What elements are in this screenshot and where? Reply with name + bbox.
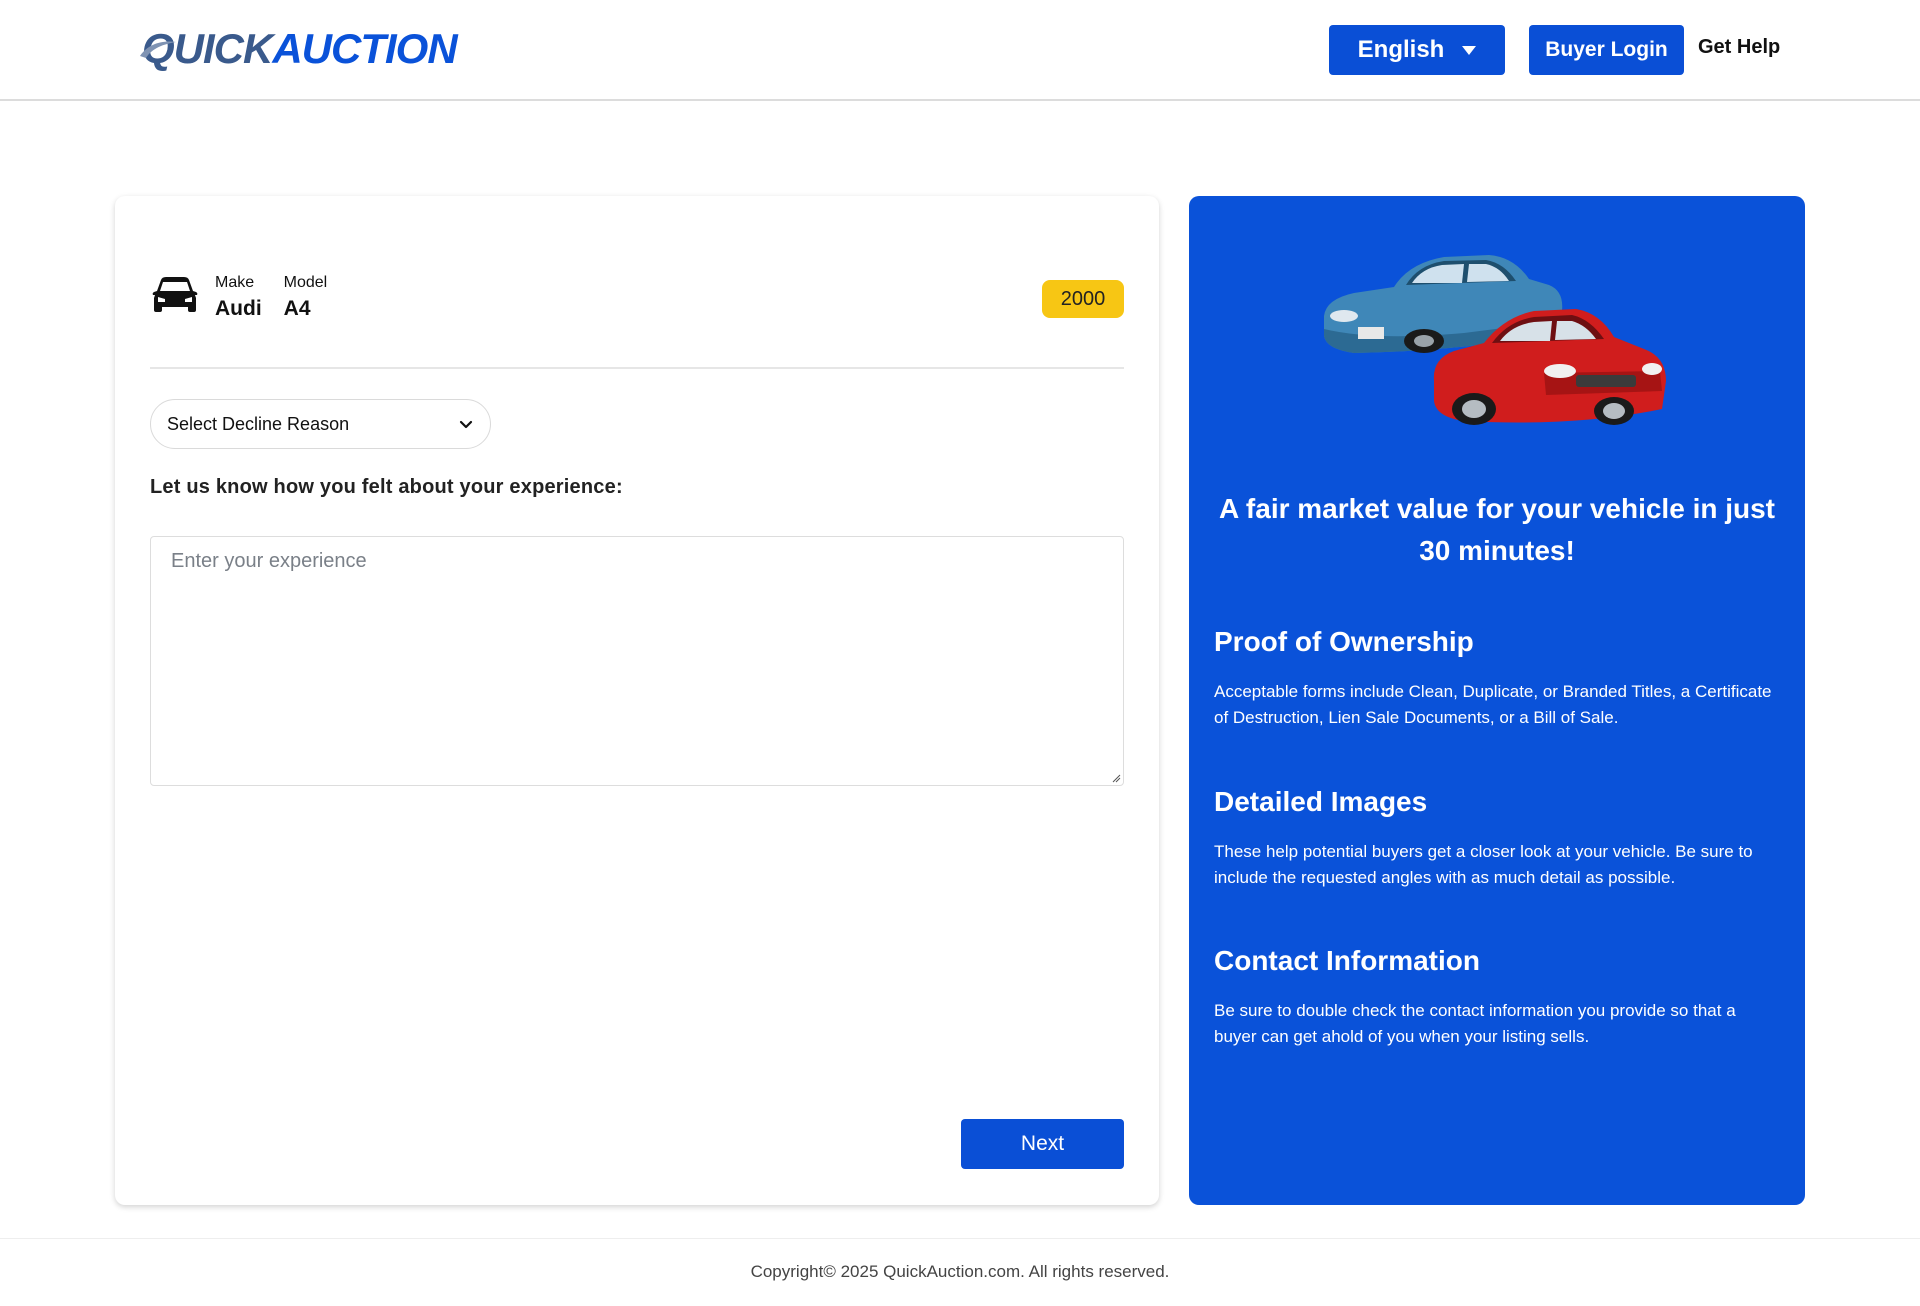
section-text-proof-of-ownership: Acceptable forms include Clean, Duplicat… xyxy=(1214,682,1772,727)
footer-divider xyxy=(0,1238,1920,1239)
get-help-link[interactable]: Get Help xyxy=(1698,36,1780,59)
quickauction-logo[interactable]: QUICK AUCTION xyxy=(140,25,458,72)
experience-textarea[interactable] xyxy=(150,536,1124,786)
decline-form-card: Make Audi Model A4 2000 Select Decline R… xyxy=(115,196,1159,1205)
model-label: Model xyxy=(283,274,328,291)
car-icon xyxy=(152,277,198,312)
info-panel: A fair market value for your vehicle in … xyxy=(1189,196,1805,1205)
section-text-contact-information: Be sure to double check the contact info… xyxy=(1214,1001,1736,1046)
language-dropdown-button[interactable]: English xyxy=(1329,25,1505,75)
model-field: Model A4 xyxy=(284,274,328,321)
section-text-detailed-images: These help potential buyers get a closer… xyxy=(1214,842,1753,887)
site-header: QUICK AUCTION English Buyer Login Get Hel… xyxy=(0,0,1920,101)
language-label: English xyxy=(1357,36,1445,63)
caret-down-icon xyxy=(1462,45,1477,55)
divider xyxy=(150,367,1124,369)
experience-question: Let us know how you felt about your expe… xyxy=(150,476,623,498)
buyer-login-button[interactable]: Buyer Login xyxy=(1529,25,1684,75)
year-badge: 2000 xyxy=(1042,280,1124,318)
model-value: A4 xyxy=(283,297,311,320)
panel-title: A fair market value for your vehicle in … xyxy=(1218,493,1776,566)
make-field: Make Audi xyxy=(215,274,262,321)
buyer-login-label: Buyer Login xyxy=(1545,38,1668,61)
logo-auction-text: AUCTION xyxy=(272,25,457,72)
logo-swoosh-icon xyxy=(140,41,176,58)
resize-grip-icon[interactable] xyxy=(1111,773,1121,783)
decline-reason-selected-value: Select Decline Reason xyxy=(167,413,350,434)
section-heading-proof-of-ownership: Proof of Ownership xyxy=(1214,626,1474,657)
vehicle-info: Make Audi Model A4 xyxy=(215,274,327,321)
make-label: Make xyxy=(215,274,255,291)
section-heading-detailed-images: Detailed Images xyxy=(1214,786,1428,817)
chevron-down-icon xyxy=(459,420,473,429)
make-value: Audi xyxy=(215,297,262,320)
section-heading-contact-information: Contact Information xyxy=(1214,945,1480,976)
next-button[interactable]: Next xyxy=(961,1119,1124,1169)
footer-copyright: Copyright© 2025 QuickAuction.com. All ri… xyxy=(750,1262,1170,1281)
decline-reason-select[interactable]: Select Decline Reason xyxy=(150,399,491,449)
cars-illustration xyxy=(1324,255,1666,425)
